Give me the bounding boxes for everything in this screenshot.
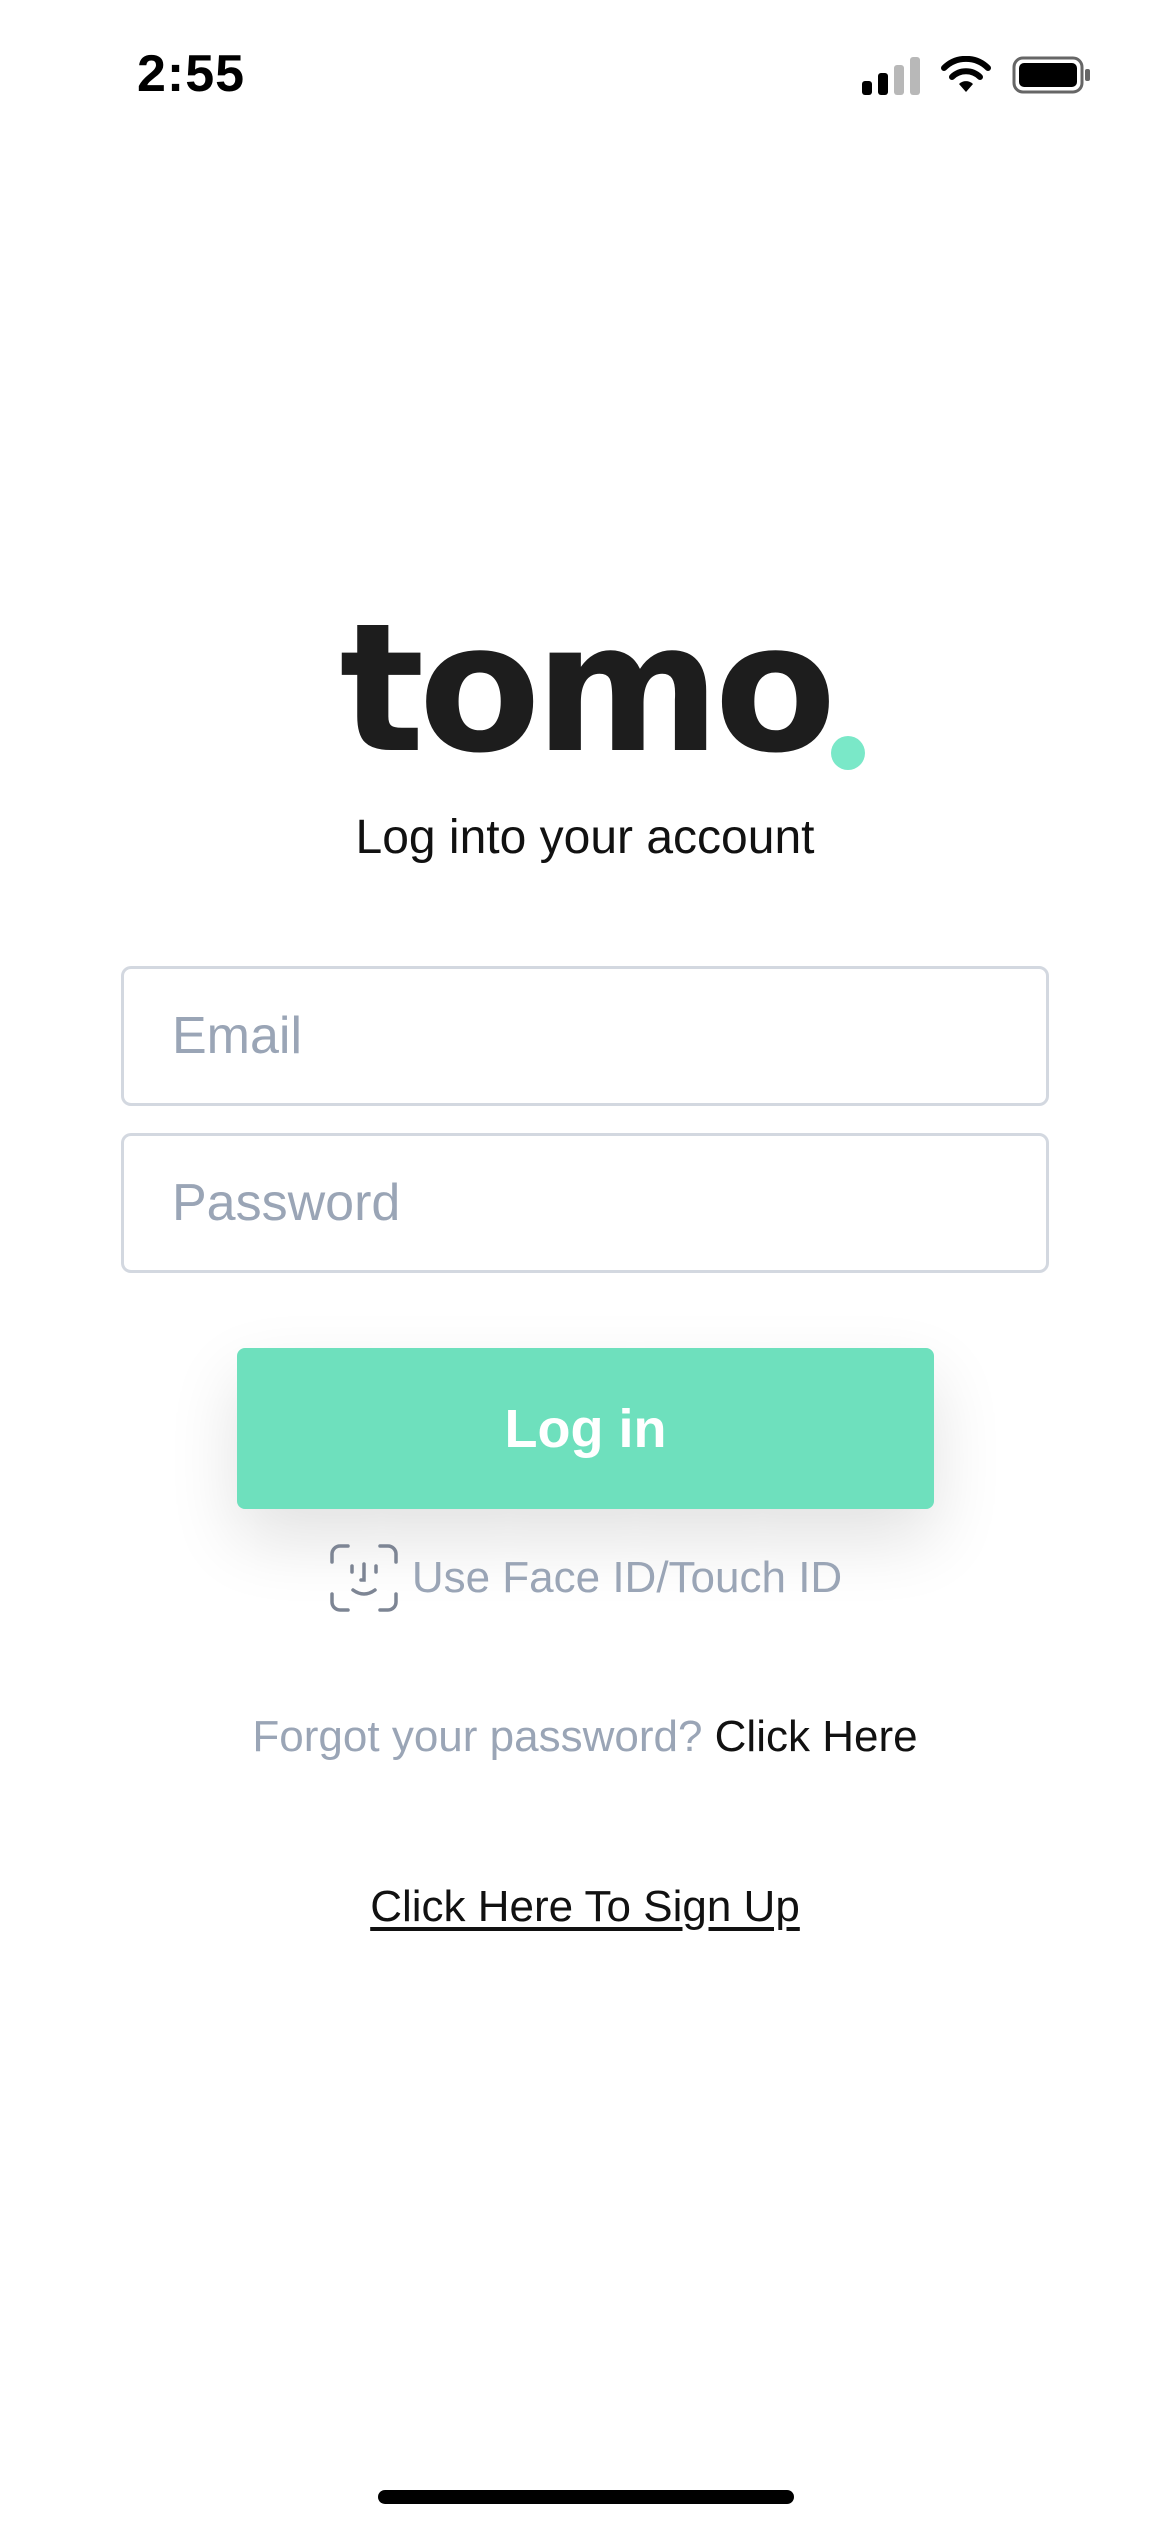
status-time: 2:55 bbox=[137, 45, 246, 103]
forgot-password-row: Forgot your password? Click Here bbox=[0, 1712, 1170, 1762]
forgot-password-link[interactable]: Click Here bbox=[715, 1712, 918, 1761]
status-icons bbox=[862, 55, 1092, 95]
app-logo: tomo bbox=[0, 600, 1170, 778]
biometric-label: Use Face ID/Touch ID bbox=[411, 1553, 843, 1602]
email-field[interactable] bbox=[121, 966, 1049, 1106]
password-field[interactable] bbox=[121, 1133, 1049, 1273]
wifi-icon bbox=[940, 56, 992, 94]
logo-text: tomo bbox=[339, 585, 836, 792]
sign-up-link[interactable]: Click Here To Sign Up bbox=[0, 1882, 1170, 1932]
page-title: Log into your account bbox=[355, 811, 815, 864]
logo-wordmark: tomo bbox=[339, 600, 865, 778]
sign-up-link-label: Click Here To Sign Up bbox=[370, 1882, 800, 1931]
biometric-login-button[interactable]: Use Face ID/Touch ID bbox=[0, 1542, 1170, 1614]
status-bar: 2:55 bbox=[0, 0, 1170, 150]
forgot-password-text: Forgot your password? bbox=[252, 1712, 703, 1761]
cellular-signal-icon bbox=[862, 55, 920, 95]
face-id-icon bbox=[328, 1542, 400, 1614]
home-indicator[interactable] bbox=[378, 2490, 794, 2504]
login-button[interactable]: Log in bbox=[237, 1348, 934, 1509]
logo-dot bbox=[830, 736, 865, 770]
battery-icon bbox=[1012, 56, 1092, 94]
